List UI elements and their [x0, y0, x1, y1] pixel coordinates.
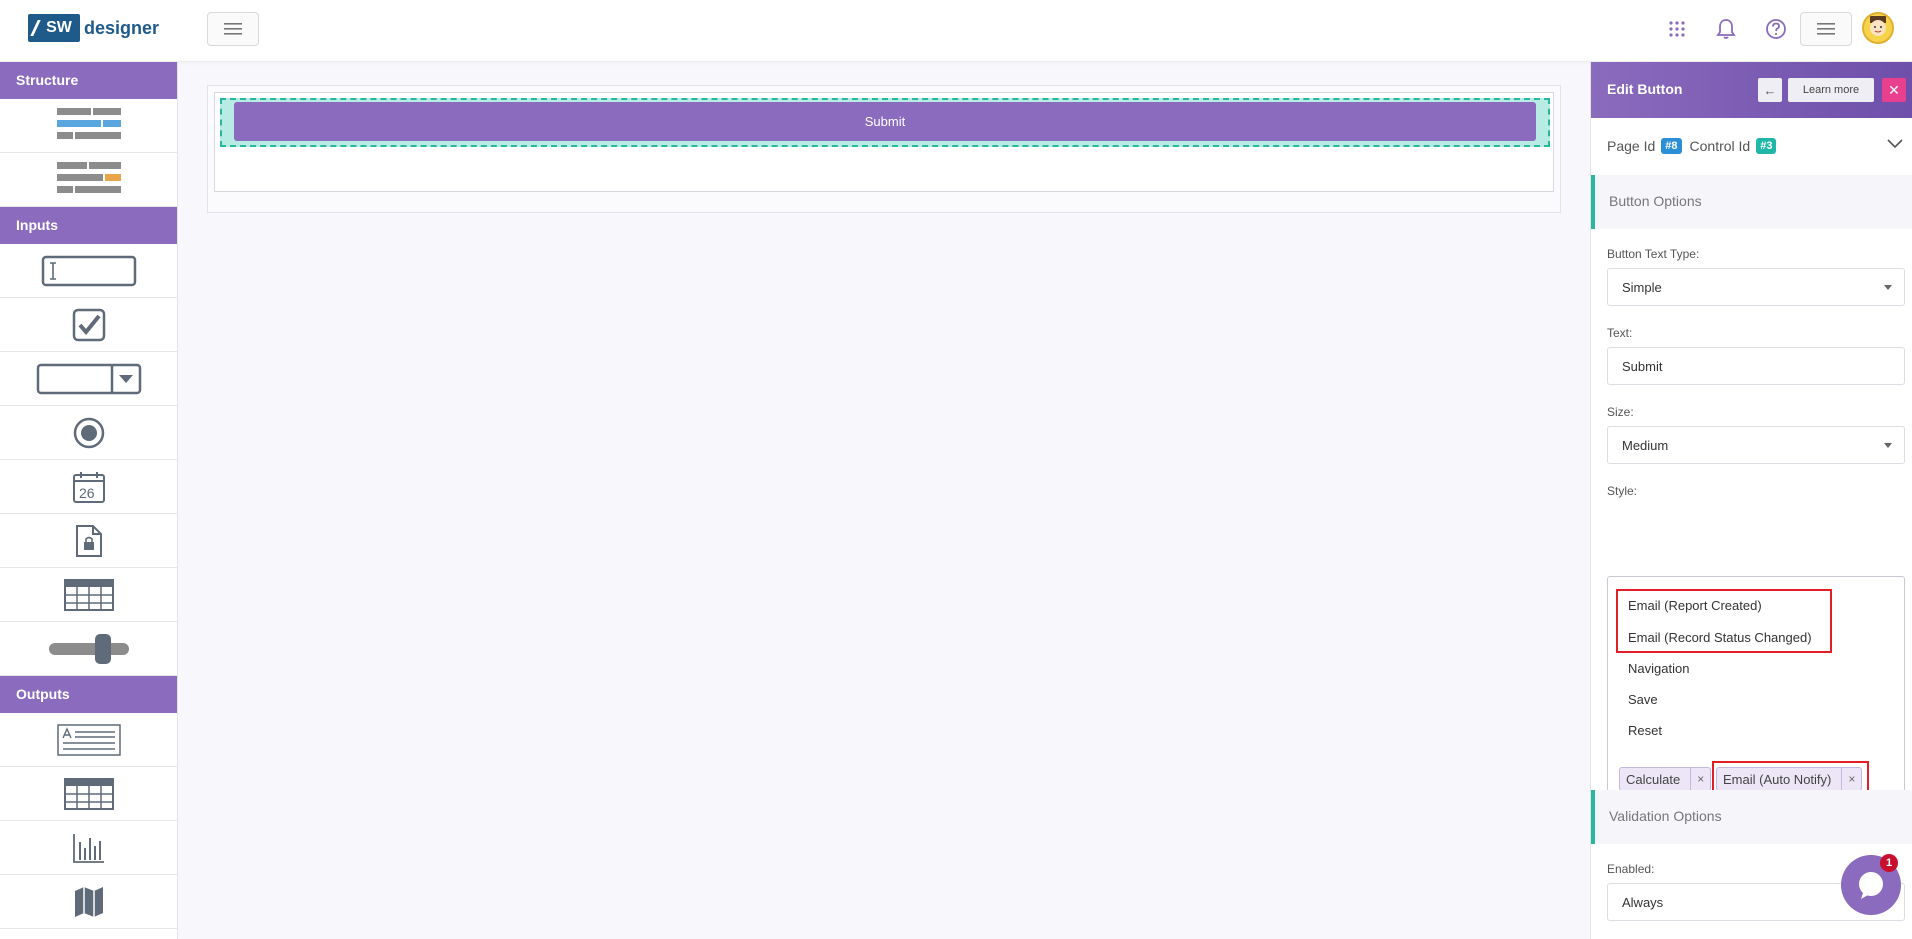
chevron-down-icon	[1887, 139, 1903, 149]
tool-bar-chart[interactable]	[0, 821, 177, 875]
help-button[interactable]	[1764, 17, 1788, 41]
text-input-value: Submit	[1622, 359, 1663, 374]
file-upload-icon	[75, 524, 102, 557]
tool-checkbox[interactable]	[0, 298, 177, 352]
bar-chart-icon	[72, 833, 104, 863]
chat-bubble-icon	[1859, 872, 1883, 899]
enabled-value: Always	[1622, 895, 1664, 910]
section-structure: Structure	[0, 62, 177, 99]
learn-more-button[interactable]: Learn more	[1788, 78, 1874, 102]
validation-options-section[interactable]: Validation Options	[1591, 790, 1912, 844]
selected-control-zone[interactable]: Submit	[220, 98, 1550, 147]
panel-header: Edit Button ← Learn more ✕	[1591, 62, 1912, 118]
tool-text-block[interactable]	[0, 713, 177, 767]
text-label: Text:	[1607, 326, 1633, 340]
section-outputs: Outputs	[0, 676, 177, 713]
submit-button-preview[interactable]: Submit	[234, 102, 1536, 141]
toolbox-sidebar: Structure Inputs 26 Outputs	[0, 62, 178, 939]
button-options-section[interactable]: Button Options	[1591, 175, 1912, 229]
ids-row: Page Id #8 Control Id #3	[1607, 138, 1777, 154]
help-icon	[1766, 19, 1786, 39]
checkbox-icon	[72, 308, 105, 341]
back-button[interactable]: ←	[1758, 78, 1782, 102]
chat-unread-badge: 1	[1880, 854, 1898, 872]
form-canvas: Submit	[207, 85, 1561, 213]
tool-columns-layout-alt[interactable]	[0, 153, 177, 207]
highlight-box-options	[1616, 589, 1832, 653]
tool-dropdown[interactable]	[0, 352, 177, 406]
columns-layout-highlight-icon	[56, 161, 121, 193]
text-type-value: Simple	[1622, 280, 1662, 295]
text-input[interactable]: Submit	[1607, 347, 1905, 385]
tool-text-input[interactable]	[0, 244, 177, 298]
text-type-select[interactable]: Simple	[1607, 268, 1905, 306]
text-input-icon	[41, 255, 136, 286]
tool-columns-layout[interactable]	[0, 99, 177, 153]
tool-slider[interactable]	[0, 622, 177, 676]
size-label: Size:	[1607, 405, 1634, 419]
close-button[interactable]: ✕	[1882, 78, 1906, 102]
logo-text: designer	[84, 17, 160, 38]
panel-title: Edit Button	[1607, 81, 1683, 97]
table-icon	[63, 777, 114, 810]
radio-icon	[73, 417, 104, 448]
size-select[interactable]: Medium	[1607, 426, 1905, 464]
logo[interactable]: SW designer	[28, 13, 159, 43]
logo-mark: SW	[28, 14, 80, 42]
control-id-badge: #3	[1756, 138, 1777, 154]
text-type-label: Button Text Type:	[1607, 247, 1700, 261]
apps-grid-icon	[1669, 21, 1685, 37]
style-label: Style:	[1607, 484, 1638, 498]
section-inputs: Inputs	[0, 207, 177, 244]
tool-map[interactable]	[0, 875, 177, 929]
options-menu-button[interactable]	[1800, 12, 1852, 46]
map-icon	[74, 886, 103, 917]
style-option-save[interactable]: Save	[1628, 692, 1658, 707]
page-id-label: Page Id	[1607, 138, 1656, 154]
menu-icon	[1817, 23, 1835, 35]
edit-button-panel: Edit Button ← Learn more ✕ Page Id #8 Co…	[1590, 62, 1912, 939]
tag-label: Calculate	[1626, 771, 1681, 787]
calendar-day: 26	[79, 485, 95, 501]
size-value: Medium	[1622, 438, 1669, 453]
avatar[interactable]	[1862, 12, 1894, 44]
control-id-label: Control Id	[1689, 138, 1751, 154]
dropdown-icon	[36, 363, 141, 394]
bell-icon	[1716, 19, 1736, 39]
avatar-face-icon	[1870, 16, 1886, 36]
tool-radio[interactable]	[0, 406, 177, 460]
grid-input-icon	[63, 578, 114, 611]
tool-grid-input[interactable]	[0, 568, 177, 622]
ids-expand-toggle[interactable]	[1887, 136, 1903, 154]
tag-remove-icon[interactable]: ×	[1690, 768, 1710, 790]
top-bar: SW designer	[0, 0, 1912, 62]
text-block-icon	[56, 723, 121, 756]
close-icon: ✕	[1888, 81, 1900, 98]
hamburger-icon	[224, 23, 242, 35]
sidebar-toggle-button[interactable]	[207, 12, 259, 46]
style-option-reset[interactable]: Reset	[1628, 723, 1662, 738]
page-id-badge: #8	[1661, 138, 1682, 154]
columns-layout-icon	[56, 107, 121, 139]
style-option-navigation[interactable]: Navigation	[1628, 661, 1689, 676]
caret-down-icon	[1884, 443, 1892, 448]
enabled-label: Enabled:	[1607, 862, 1655, 876]
tool-file-upload[interactable]	[0, 514, 177, 568]
arrow-left-icon: ←	[1763, 82, 1777, 98]
apps-grid-button[interactable]	[1665, 17, 1689, 41]
canvas-row: Submit	[214, 92, 1554, 192]
slider-icon	[48, 633, 129, 664]
selected-tag-calculate: Calculate ×	[1619, 767, 1712, 791]
tool-calendar[interactable]: 26	[0, 460, 177, 514]
tool-table[interactable]	[0, 767, 177, 821]
caret-down-icon	[1884, 285, 1892, 290]
notifications-button[interactable]	[1714, 17, 1738, 41]
